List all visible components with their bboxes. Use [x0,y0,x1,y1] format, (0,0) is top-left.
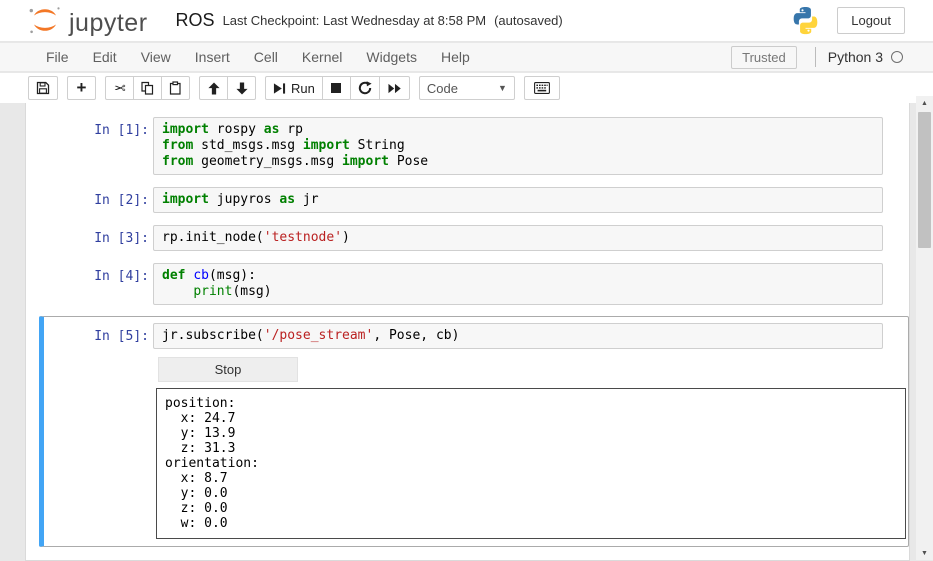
divider [815,47,816,67]
code-cell[interactable]: In [2]:import jupyros as jr [39,186,909,214]
cut-icon: ✂ [114,80,126,97]
save-icon [36,81,50,95]
vertical-scrollbar[interactable]: ▲ ▼ [916,96,933,560]
code-editor[interactable]: import jupyros as jr [153,187,883,213]
notebook-site: In [1]:import rospy as rpfrom std_msgs.m… [0,103,933,560]
code-editor[interactable]: import rospy as rpfrom std_msgs.msg impo… [153,117,883,175]
input-prompt: In [5]: [44,323,153,344]
command-palette-button[interactable] [524,76,560,100]
jupyter-logo-icon [27,5,63,36]
menu-item-kernel[interactable]: Kernel [290,49,354,65]
copy-icon [141,81,154,95]
input-prompt: In [2]: [44,187,153,208]
notebook-title[interactable]: ROS [176,10,215,31]
jupyter-logo-text: jupyter [69,11,148,36]
code-editor[interactable]: jr.subscribe('/pose_stream', Pose, cb) [153,323,883,349]
checkpoint-status: Last Checkpoint: Last Wednesday at 8:58 … [223,13,487,28]
move-up-icon [208,82,220,95]
paste-cell-button[interactable] [161,76,190,100]
code-editor[interactable]: rp.init_node('testnode') [153,225,883,251]
chevron-down-icon: ▼ [498,83,507,93]
scrollbar-down-arrow-icon[interactable]: ▼ [916,546,933,560]
code-cell-selected[interactable]: In [5]:jr.subscribe('/pose_stream', Pose… [39,316,909,547]
menu-item-file[interactable]: File [34,49,81,65]
kernel-name: Python 3 [828,49,883,65]
restart-kernel-icon [358,81,372,95]
menu-items: FileEditViewInsertCellKernelWidgetsHelp [34,49,482,65]
notebook-cells: In [1]:import rospy as rpfrom std_msgs.m… [39,116,909,547]
restart-kernel-button[interactable] [350,76,380,100]
notebook-header: jupyter ROS Last Checkpoint: Last Wednes… [0,0,933,42]
jupyter-notebook-app: jupyter ROS Last Checkpoint: Last Wednes… [0,0,933,560]
cell-type-value: Code [427,81,458,96]
interrupt-kernel-button[interactable] [322,76,351,100]
output-text: position: x: 24.7 y: 13.9 z: 31.3 orient… [165,396,897,531]
menu-item-view[interactable]: View [129,49,183,65]
run-button-label: Run [291,81,315,96]
move-cell-up-button[interactable] [199,76,228,100]
cut-cell-button[interactable]: ✂ [105,76,134,100]
stop-icon [330,82,342,94]
restart-run-all-button[interactable] [379,76,410,100]
scrollbar-thumb[interactable] [918,112,931,248]
cell-type-dropdown[interactable]: Code ▼ [419,76,515,100]
code-editor[interactable]: def cb(msg): print(msg) [153,263,883,305]
menu-item-insert[interactable]: Insert [183,49,242,65]
output-area: position: x: 24.7 y: 13.9 z: 31.3 orient… [156,388,906,539]
menu-item-cell[interactable]: Cell [242,49,290,65]
input-prompt: In [1]: [44,117,153,138]
autosave-status: (autosaved) [494,13,563,28]
save-button[interactable] [28,76,58,100]
move-cell-down-button[interactable] [227,76,256,100]
paste-icon [169,81,182,95]
copy-cell-button[interactable] [133,76,162,100]
stop-button[interactable]: Stop [158,357,298,382]
code-cell[interactable]: In [1]:import rospy as rpfrom std_msgs.m… [39,116,909,176]
widget-area: Stop [158,357,908,382]
kernel-idle-indicator-icon [891,51,903,63]
command-palette-keyboard-icon [534,82,550,94]
jupyter-logo[interactable]: jupyter [27,5,148,36]
menu-item-widgets[interactable]: Widgets [354,49,429,65]
scrollbar-up-arrow-icon[interactable]: ▲ [916,96,933,110]
python-logo-icon [790,5,821,36]
run-cell-button[interactable]: Run [265,76,323,100]
menu-item-edit[interactable]: Edit [81,49,129,65]
run-icon [273,82,286,95]
toolbar: + ✂ [0,73,933,103]
restart-run-all-icon [387,82,402,95]
notebook-container: In [1]:import rospy as rpfrom std_msgs.m… [25,103,910,561]
code-cell[interactable]: In [3]:rp.init_node('testnode') [39,224,909,252]
input-prompt: In [3]: [44,225,153,246]
menu-item-help[interactable]: Help [429,49,482,65]
input-prompt: In [4]: [44,263,153,284]
move-down-icon [236,82,248,95]
code-cell[interactable]: In [4]:def cb(msg): print(msg) [39,262,909,306]
trusted-badge[interactable]: Trusted [731,46,797,69]
logout-button[interactable]: Logout [837,7,905,34]
add-cell-below-button[interactable]: + [67,76,96,100]
add-cell-icon: + [77,79,87,96]
menubar: FileEditViewInsertCellKernelWidgetsHelp … [0,43,933,72]
